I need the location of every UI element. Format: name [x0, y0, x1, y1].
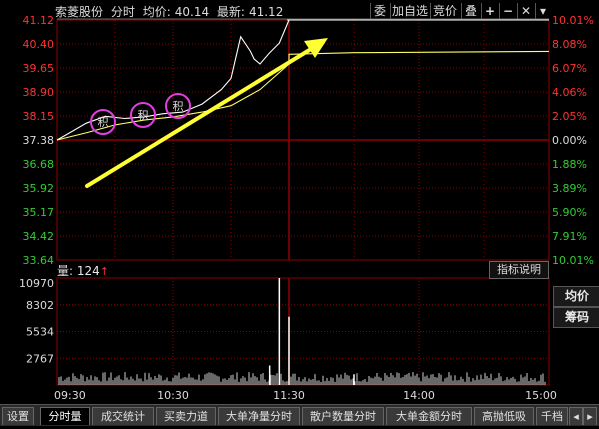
tab-buy-sell-power[interactable]: 买卖力道	[156, 407, 216, 425]
avg-price-value: 40.14	[174, 5, 210, 19]
percent-tick-label: 7.91%	[552, 230, 587, 243]
percent-tick-label: 8.08%	[552, 38, 587, 51]
price-tick-label: 36.68	[23, 158, 55, 171]
chips-button[interactable]: 筹码	[553, 307, 599, 328]
last-price-value: 41.12	[248, 5, 284, 19]
price-tick-label: 41.12	[23, 14, 55, 27]
percent-tick-label: 10.01%	[552, 14, 594, 27]
percent-tick-label: 10.01%	[552, 254, 594, 267]
price-tick-label: 38.90	[23, 86, 55, 99]
avg-price-label: 均价:	[142, 5, 171, 19]
last-price-label: 最新:	[216, 5, 245, 19]
bottom-tab-bar: 设置 分时量 成交统计 买卖力道 大单净量分时 散户数量分时 大单金额分时 高抛…	[0, 404, 599, 426]
zoom-in-icon[interactable]: +	[481, 3, 498, 19]
tab-next-icon[interactable]: ▸	[583, 407, 597, 425]
time-tick-label: 11:30	[273, 389, 305, 402]
price-tick-label: 38.15	[23, 110, 55, 123]
volume-tick-label: 5534	[26, 326, 54, 339]
price-tick-label: 33.64	[23, 254, 55, 267]
chevron-down-icon[interactable]: ▾	[535, 3, 550, 19]
tab-large-order-net[interactable]: 大单净量分时	[218, 407, 300, 425]
tab-high-sell-low-buy[interactable]: 高抛低吸	[474, 407, 534, 425]
percent-tick-label: 4.06%	[552, 86, 587, 99]
tab-settings[interactable]: 设置	[2, 407, 34, 425]
tab-thousand-levels[interactable]: 千档	[536, 407, 568, 425]
volume-tick-label: 8302	[26, 299, 54, 312]
quote-header: 索菱股份 分时 均价: 40.14 最新: 41.12	[55, 3, 287, 20]
mode-label: 分时	[110, 5, 135, 19]
marker-label: 积	[98, 116, 109, 129]
price-tick-label: 35.92	[23, 182, 55, 195]
time-tick-label: 15:00	[525, 389, 557, 402]
volume-value: 124	[76, 264, 100, 278]
tab-retail-count[interactable]: 散户数量分时	[302, 407, 384, 425]
price-tick-label: 35.17	[23, 206, 55, 219]
price-tick-label: 39.65	[23, 62, 55, 75]
indicator-help-button[interactable]: 指标说明	[489, 261, 549, 279]
tab-trade-stats[interactable]: 成交统计	[92, 407, 154, 425]
time-tick-label: 14:00	[403, 389, 435, 402]
percent-tick-label: 2.05%	[552, 110, 587, 123]
volume-tick-label: 2767	[26, 352, 54, 365]
trend-arrowhead-icon	[304, 38, 328, 58]
time-tick-label: 09:30	[54, 389, 86, 402]
avg-price-line	[56, 50, 550, 141]
percent-tick-label: 6.07%	[552, 62, 587, 75]
tab-large-order-amount[interactable]: 大单金额分时	[386, 407, 472, 425]
intraday-chart: 41.12 10.01% 40.40 8.08% 39.65 6.07% 38.90 4.06…	[19, 14, 594, 402]
entrust-button[interactable]: 委	[370, 3, 389, 19]
percent-tick-label: 5.90%	[552, 206, 587, 219]
add-watchlist-button[interactable]: 加自选	[390, 3, 429, 19]
time-tick-label: 10:30	[157, 389, 189, 402]
chart-stage: 41.12 10.01% 40.40 8.08% 39.65 6.07% 38.90 4.06…	[0, 0, 599, 425]
tab-volume[interactable]: 分时量	[40, 407, 90, 425]
close-icon[interactable]: ✕	[517, 3, 534, 19]
auction-button[interactable]: 竞价	[430, 3, 459, 19]
price-tick-label: 37.38	[23, 134, 55, 147]
overlay-button[interactable]: 叠	[461, 3, 480, 19]
up-arrow-icon: ↑	[99, 265, 109, 278]
price-tick-label: 40.40	[23, 38, 55, 51]
tab-prev-icon[interactable]: ◂	[569, 407, 583, 425]
marker-label: 积	[173, 100, 184, 113]
marker-label: 积	[138, 109, 149, 122]
percent-tick-label: 0.00%	[552, 134, 587, 147]
price-tick-label: 34.42	[23, 230, 55, 243]
stock-name: 索菱股份	[55, 5, 104, 19]
zoom-out-icon[interactable]: −	[499, 3, 516, 19]
avg-price-button[interactable]: 均价	[553, 286, 599, 307]
percent-tick-label: 3.89%	[552, 182, 587, 195]
volume-title: 量	[57, 264, 70, 278]
trend-arrow-icon	[85, 44, 318, 188]
volume-tick-label: 10970	[19, 277, 54, 290]
percent-tick-label: 1.88%	[552, 158, 587, 171]
volume-label: 量: 124↑	[57, 264, 109, 278]
